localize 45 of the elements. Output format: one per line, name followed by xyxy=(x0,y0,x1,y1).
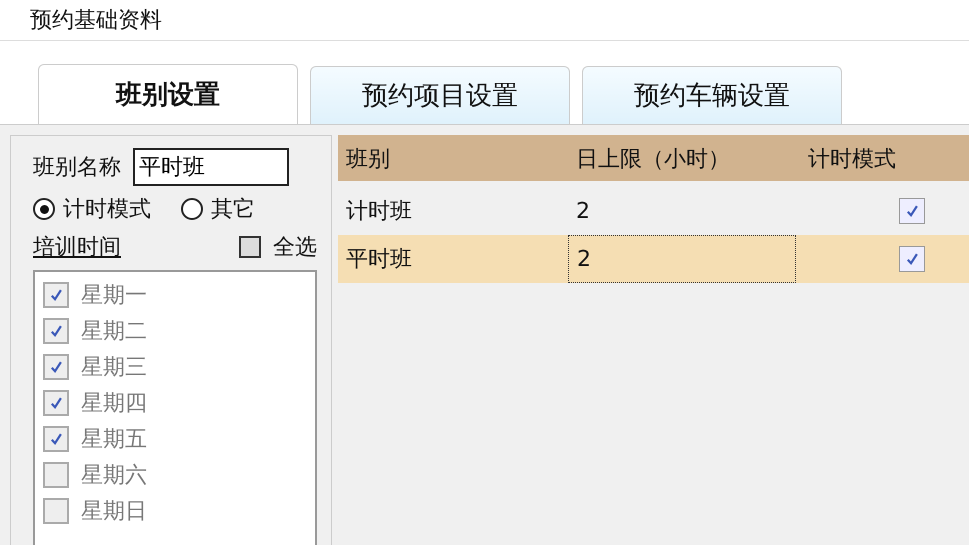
check-icon xyxy=(49,288,63,302)
column-header[interactable]: 日上限（小时） xyxy=(568,135,796,183)
radio-button[interactable] xyxy=(33,198,55,220)
table-cell-text: 2 xyxy=(575,198,591,226)
tab[interactable]: 预约车辆设置 xyxy=(582,66,842,124)
check-icon xyxy=(905,204,919,218)
tab[interactable]: 预约项目设置 xyxy=(310,66,570,124)
table-cell: 2 xyxy=(568,235,796,283)
radio-button[interactable] xyxy=(181,198,203,220)
column-header[interactable]: 计时模式 xyxy=(800,135,969,183)
checkbox[interactable] xyxy=(43,426,69,452)
table-row[interactable]: 计时班 2 xyxy=(338,187,969,235)
checkbox[interactable] xyxy=(43,462,69,488)
list-item[interactable]: 星期一 xyxy=(81,280,147,310)
list-item[interactable]: 星期二 xyxy=(81,316,147,346)
input-field[interactable]: 平时班 xyxy=(133,148,289,186)
checkbox-label: 全选 xyxy=(273,234,317,262)
list-item[interactable]: 星期日 xyxy=(81,496,147,526)
table-cell-text: 计时班 xyxy=(345,198,413,226)
checkbox[interactable] xyxy=(43,318,69,344)
field-label: 班别名称 xyxy=(33,154,121,182)
check-icon xyxy=(49,360,63,374)
checkbox[interactable] xyxy=(899,246,925,272)
list-item[interactable]: 星期五 xyxy=(81,424,147,454)
list-item[interactable]: 星期六 xyxy=(81,460,147,490)
checkbox[interactable] xyxy=(43,498,69,524)
check-icon xyxy=(49,432,63,446)
check-icon xyxy=(905,252,919,266)
checkbox[interactable] xyxy=(899,198,925,224)
radio-label: 其它 xyxy=(211,196,255,224)
radio-label: 计时模式 xyxy=(63,196,151,224)
checkbox[interactable] xyxy=(43,282,69,308)
list-item[interactable]: 星期四 xyxy=(81,388,147,418)
table-row[interactable]: 平时班 2 xyxy=(338,235,969,283)
check-icon xyxy=(49,324,63,338)
list-item[interactable]: 星期三 xyxy=(81,352,147,382)
tab[interactable]: 班别设置 xyxy=(38,64,298,124)
section-label: 培训时间 xyxy=(33,234,121,262)
check-icon xyxy=(49,396,63,410)
checkbox[interactable] xyxy=(43,354,69,380)
table-cell-text: 平时班 xyxy=(345,246,413,274)
column-header[interactable]: 班别 xyxy=(338,135,564,183)
checkbox[interactable] xyxy=(239,236,261,258)
window-title: 预约基础资料 xyxy=(0,0,969,41)
checkbox[interactable] xyxy=(43,390,69,416)
